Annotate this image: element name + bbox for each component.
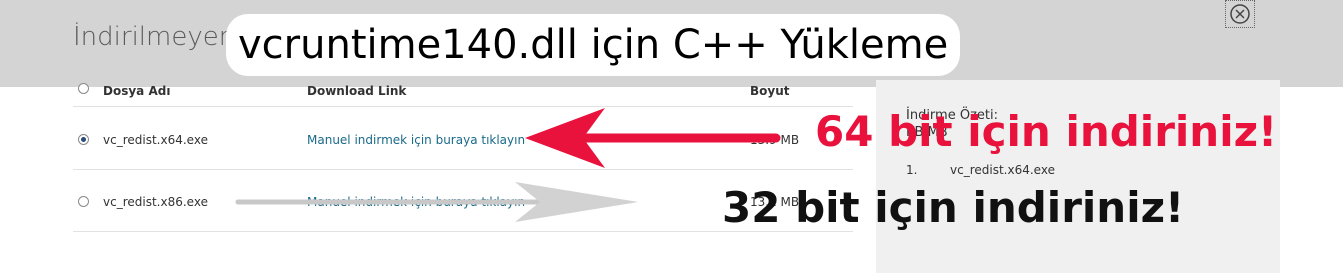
- annotation-32bit: 32 bit için indiriniz!: [722, 183, 1185, 232]
- gray-arrow: [235, 182, 638, 222]
- red-arrow: [525, 108, 781, 168]
- annotation-64bit: 64 bit için indiriniz!: [815, 107, 1278, 156]
- page-banner: vcruntime140.dll için C++ Yükleme: [226, 14, 961, 76]
